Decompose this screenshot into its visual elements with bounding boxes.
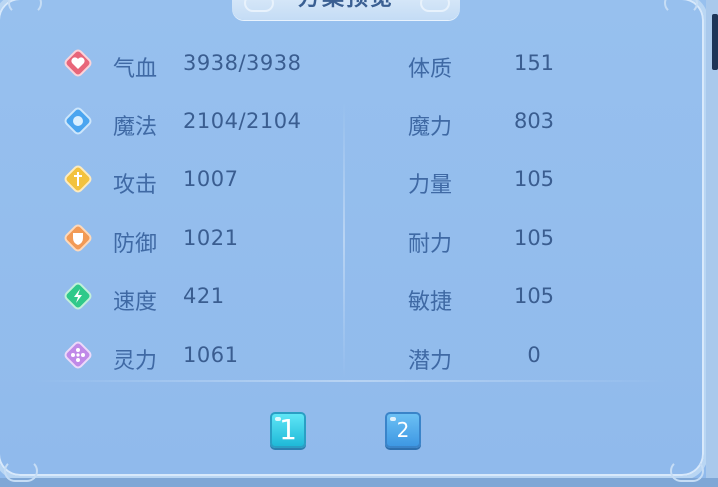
stat-label-defense: 防御 — [113, 232, 158, 257]
button-shine — [390, 417, 396, 421]
corner-swirl-icon — [670, 460, 704, 482]
panel-frame — [0, 0, 708, 480]
stat-label-speed: 速度 — [113, 290, 158, 315]
attr-value-agility: 105 — [513, 284, 555, 308]
attr-label-constitution: 体质 — [408, 57, 453, 82]
page-number: 1 — [279, 413, 297, 446]
stat-label-spirit: 灵力 — [113, 349, 158, 374]
attr-label-endurance: 耐力 — [408, 232, 453, 257]
button-shine — [275, 417, 281, 421]
attr-label-magic: 魔力 — [408, 115, 453, 140]
stat-value-mp: 2104/2104 — [183, 109, 302, 133]
stat-value-hp: 3938/3938 — [183, 51, 302, 75]
section-divider — [30, 380, 670, 382]
attr-label-potential: 潜力 — [408, 349, 453, 374]
column-divider — [343, 100, 345, 380]
panel-edge — [706, 0, 718, 487]
shield-icon — [64, 224, 92, 252]
sword-icon — [64, 165, 92, 193]
attr-value-magic: 803 — [513, 109, 555, 133]
scheme-preview-panel: 方案预览 气血 3938/3938 魔法 2104/2104 攻击 1007 — [0, 0, 718, 487]
attr-value-strength: 105 — [513, 167, 555, 191]
spirit-icon — [64, 341, 92, 369]
corner-swirl-icon — [8, 0, 42, 14]
lightning-icon — [64, 282, 92, 310]
stat-label-hp: 气血 — [113, 57, 158, 82]
panel-bottom-edge — [0, 478, 718, 487]
mana-icon — [64, 107, 92, 135]
stat-value-speed: 421 — [183, 284, 225, 308]
stat-value-spirit: 1061 — [183, 343, 239, 367]
attr-label-strength: 力量 — [408, 173, 453, 198]
heart-icon — [64, 49, 92, 77]
page-number: 2 — [396, 418, 410, 442]
corner-swirl-icon — [4, 460, 38, 482]
stat-label-mp: 魔法 — [113, 115, 158, 140]
title-banner: 方案预览 — [232, 0, 460, 20]
attr-label-agility: 敏捷 — [408, 290, 453, 315]
attr-value-constitution: 151 — [513, 51, 555, 75]
page-button-1[interactable]: 1 — [270, 412, 306, 448]
stat-value-defense: 1021 — [183, 226, 239, 250]
attr-value-endurance: 105 — [513, 226, 555, 250]
attr-value-potential: 0 — [527, 343, 541, 367]
corner-swirl-icon — [664, 0, 698, 14]
page-button-2[interactable]: 2 — [385, 412, 421, 448]
stat-label-attack: 攻击 — [113, 173, 158, 198]
page-title: 方案预览 — [232, 0, 460, 12]
side-handle — [712, 14, 718, 70]
stat-value-attack: 1007 — [183, 167, 239, 191]
